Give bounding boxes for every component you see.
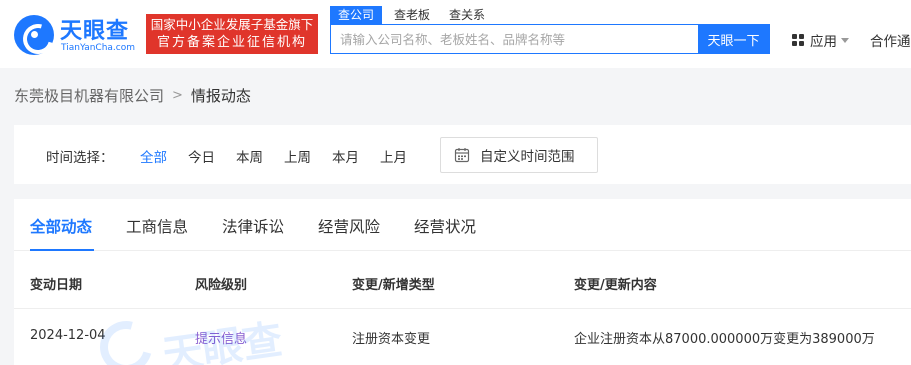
header-change-date: 变动日期 — [30, 278, 83, 293]
search-box: 天眼一下 — [330, 24, 770, 54]
time-option-today[interactable]: 今日 — [188, 146, 215, 166]
top-header: 天眼查 TianYanCha.com 国家中小企业发展子基金旗下 官方备案企业征… — [0, 0, 911, 68]
row-date: 2024-12-04 — [30, 328, 106, 343]
time-option-all[interactable]: 全部 — [140, 146, 167, 166]
search-button[interactable]: 天眼一下 — [698, 25, 769, 53]
apps-label: 应用 — [810, 34, 837, 50]
tab-business-info[interactable]: 工商信息 — [126, 215, 188, 237]
tab-operating-risk[interactable]: 经营风险 — [318, 215, 380, 237]
caret-down-icon — [841, 37, 849, 43]
logo-domain: TianYanCha.com — [61, 43, 136, 53]
search-input[interactable] — [331, 25, 699, 53]
breadcrumb-company[interactable]: 东莞极目机器有限公司 — [14, 85, 164, 106]
calendar-icon — [454, 148, 470, 163]
time-option-this-month[interactable]: 本月 — [332, 146, 359, 166]
time-option-last-month[interactable]: 上月 — [380, 146, 407, 166]
header-change-type: 变更/新增类型 — [352, 278, 435, 293]
row-change-content: 企业注册资本从87000.000000万变更为389000万 — [574, 332, 875, 347]
category-tabs: 全部动态 工商信息 法律诉讼 经营风险 经营状况 — [14, 199, 911, 251]
grid-icon — [792, 33, 805, 47]
time-option-last-week[interactable]: 上周 — [284, 146, 311, 166]
row-risk-level[interactable]: 提示信息 — [195, 328, 247, 347]
row-change-type: 注册资本变更 — [352, 332, 431, 347]
search-tab-company[interactable]: 查公司 — [330, 6, 383, 24]
chevron-right-icon: > — [172, 88, 183, 103]
breadcrumb: 东莞极目机器有限公司 > 情报动态 — [14, 85, 251, 106]
apps-menu[interactable]: 应用 — [792, 30, 849, 50]
tab-all-dynamics[interactable]: 全部动态 — [30, 215, 92, 237]
tianyancha-logo-icon — [14, 15, 54, 55]
header-risk-level: 风险级别 — [195, 278, 248, 293]
dynamics-card: 全部动态 工商信息 法律诉讼 经营风险 经营状况 变动日期 风险级别 变更/新增… — [14, 199, 911, 365]
official-badge: 国家中小企业发展子基金旗下 官方备案企业征信机构 — [146, 14, 318, 54]
logo-text: 天眼查 — [60, 19, 130, 44]
custom-range-button[interactable]: 自定义时间范围 — [440, 137, 598, 173]
tab-operating-status[interactable]: 经营状况 — [414, 215, 476, 237]
search-tab-relation[interactable]: 查关系 — [441, 6, 493, 24]
header-change-content: 变更/更新内容 — [574, 278, 657, 293]
custom-range-label: 自定义时间范围 — [480, 149, 575, 165]
breadcrumb-current: 情报动态 — [190, 87, 251, 105]
site-logo[interactable]: 天眼查 TianYanCha.com — [14, 13, 144, 57]
badge-line-2: 官方备案企业征信机构 — [156, 35, 307, 50]
tab-legal-litigation[interactable]: 法律诉讼 — [222, 215, 284, 237]
search-tab-boss[interactable]: 查老板 — [386, 6, 438, 24]
table-header: 变动日期 风险级别 变更/新增类型 变更/更新内容 — [14, 251, 911, 309]
table-row: 2024-12-04 提示信息 注册资本变更 企业注册资本从87000.0000… — [14, 309, 911, 365]
time-option-this-week[interactable]: 本周 — [236, 146, 263, 166]
badge-line-1: 国家中小企业发展子基金旗下 — [150, 17, 314, 32]
time-filter-label: 时间选择： — [46, 150, 114, 166]
cooperation-link[interactable]: 合作通 — [870, 30, 911, 50]
time-filter-card: 时间选择： 全部 今日 本周 上周 本月 上月 自定义时间范围 — [14, 125, 911, 184]
